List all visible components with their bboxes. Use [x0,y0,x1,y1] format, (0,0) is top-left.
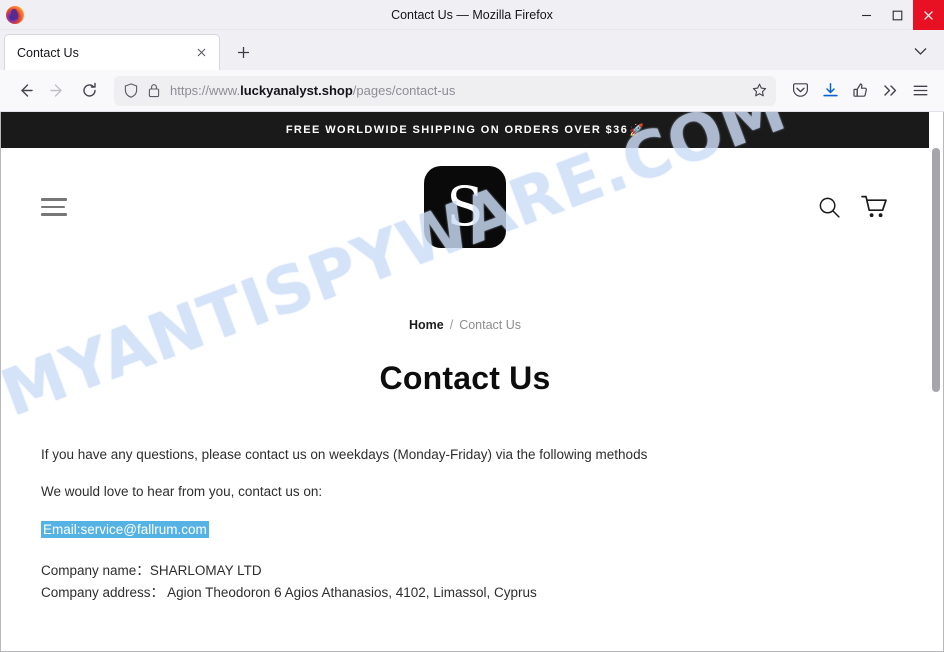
minimize-button[interactable] [851,0,882,30]
announcement-bar: FREE WORLDWIDE SHIPPING ON ORDERS OVER $… [1,112,929,148]
url-text[interactable]: https://www.luckyanalyst.shop/pages/cont… [168,83,743,98]
bookmark-star-icon[interactable] [748,80,770,102]
shield-icon[interactable] [122,82,140,100]
tab-title: Contact Us [17,45,79,60]
page-body: If you have any questions, please contac… [1,397,929,603]
url-scheme: https://www. [170,83,241,98]
page-title: Contact Us [379,360,551,396]
new-tab-button[interactable] [228,37,258,67]
maximize-button[interactable] [882,0,913,30]
window-controls [851,0,944,30]
back-arrow-icon[interactable] [10,76,40,106]
company-address-row: Company address： Agion Theodoron 6 Agios… [41,582,889,604]
company-details: Company name：SHARLOMAY LTD Company addre… [41,560,889,604]
close-window-button[interactable] [913,0,944,30]
site-header: S [1,148,929,266]
pocket-icon[interactable] [786,77,814,105]
breadcrumb-separator: / [449,318,454,332]
lock-icon[interactable] [145,82,163,100]
forward-arrow-icon [42,76,72,106]
company-name-value: SHARLOMAY LTD [149,562,262,578]
vertical-scrollbar[interactable] [929,112,943,651]
header-actions [818,195,889,220]
search-icon[interactable] [818,196,841,219]
overflow-chevrons-icon[interactable] [876,77,904,105]
company-address-value: Agion Theodoron 6 Agios Athanasios, 4102… [164,584,537,600]
tab-list-dropdown-icon[interactable] [908,39,932,63]
breadcrumb: Home / Contact Us [1,318,929,332]
intro-paragraph: If you have any questions, please contac… [41,447,648,462]
rocket-icon: 🚀 [629,123,645,137]
company-name-row: Company name：SHARLOMAY LTD [41,560,889,582]
close-tab-icon[interactable] [191,43,211,63]
company-address-label: Company address： [41,584,165,600]
browser-tab[interactable]: Contact Us [4,34,220,70]
navigation-toolbar: https://www.luckyanalyst.shop/pages/cont… [0,70,944,112]
email-line: Email:service@fallrum.com [41,520,889,540]
reload-icon[interactable] [74,76,104,106]
contact-paragraph: We would love to hear from you, contact … [41,484,323,500]
page-content: FREE WORLDWIDE SHIPPING ON ORDERS OVER $… [1,112,929,651]
download-icon[interactable] [816,77,844,105]
shopping-cart-icon[interactable] [861,195,889,220]
company-name-label: Company name： [41,562,150,578]
account-icon[interactable] [846,77,874,105]
window-title: Contact Us — Mozilla Firefox [391,7,553,22]
site-menu-icon[interactable] [41,198,67,216]
logo-letter: S [446,175,484,238]
tab-strip: Contact Us [0,30,944,70]
app-menu-icon[interactable] [906,77,934,105]
page-viewport: FREE WORLDWIDE SHIPPING ON ORDERS OVER $… [0,112,944,652]
breadcrumb-home-link[interactable]: Home [409,318,444,332]
site-logo[interactable]: S [424,166,506,248]
title-bar: Contact Us — Mozilla Firefox [0,0,944,30]
breadcrumb-current: Contact Us [459,318,522,332]
scrollbar-thumb[interactable] [932,148,940,392]
url-path: /pages/contact-us [352,83,456,98]
announcement-text: FREE WORLDWIDE SHIPPING ON ORDERS OVER $… [285,124,629,136]
url-bar[interactable]: https://www.luckyanalyst.shop/pages/cont… [114,75,776,106]
browser-window: Contact Us — Mozilla Firefox Contact Us [0,0,944,652]
firefox-logo-icon [6,5,24,24]
contact-email[interactable]: Email:service@fallrum.com [41,520,209,538]
url-domain: luckyanalyst.shop [240,83,353,98]
